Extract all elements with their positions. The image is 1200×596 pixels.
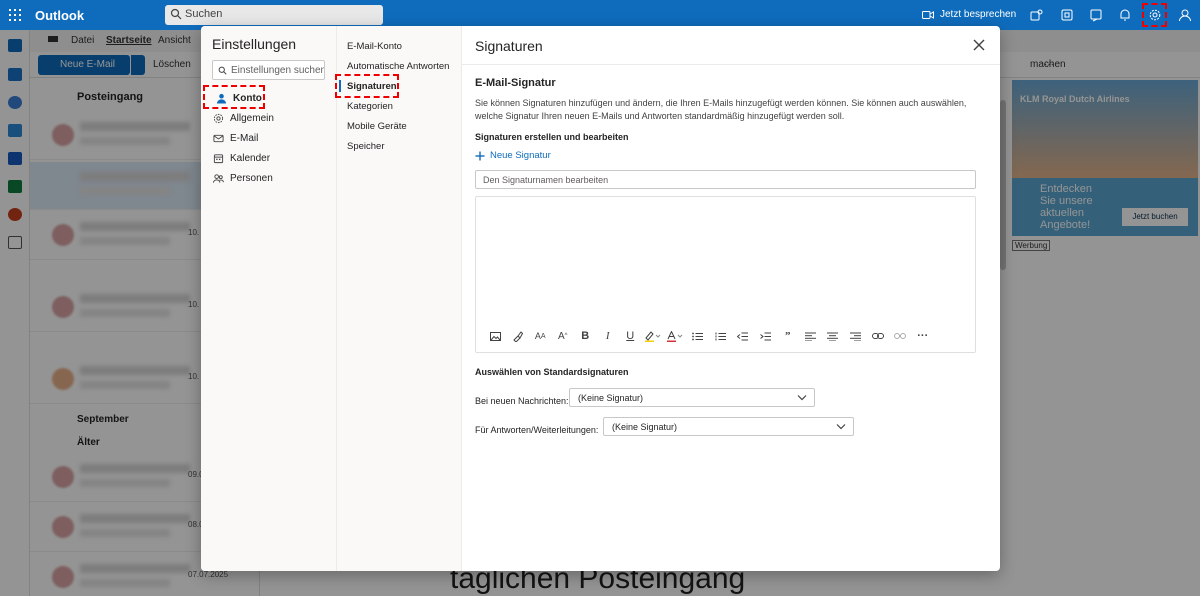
align-left-icon[interactable] — [799, 328, 822, 344]
align-center-icon[interactable] — [822, 328, 845, 344]
unlink-icon[interactable] — [889, 328, 912, 344]
office-icon[interactable] — [1060, 8, 1074, 22]
mail-icon — [213, 134, 224, 142]
replies-value: (Keine Signatur) — [612, 422, 678, 432]
new-messages-value: (Keine Signatur) — [578, 393, 644, 403]
image-icon[interactable] — [484, 328, 507, 344]
app-launcher-icon[interactable] — [9, 9, 21, 21]
settings-search-input[interactable]: Einstellungen suchen — [212, 60, 325, 80]
subnav-storage[interactable]: Speicher — [347, 137, 385, 155]
settings-nav: Einstellungen Einstellungen suchen Konto… — [201, 26, 337, 571]
meet-now-button[interactable]: Jetzt besprechen — [922, 9, 1016, 20]
notes-icon[interactable] — [1089, 8, 1103, 22]
numbering-icon[interactable] — [709, 328, 732, 344]
teams-icon[interactable] — [1029, 8, 1043, 22]
add-icon — [475, 151, 485, 160]
search-icon — [170, 8, 182, 20]
format-painter-icon[interactable] — [507, 328, 530, 344]
signatures-highlight — [335, 74, 399, 98]
new-messages-label: Bei neuen Nachrichten: — [475, 396, 569, 406]
people-icon — [213, 173, 224, 183]
section-title: E-Mail-Signatur — [475, 77, 556, 89]
editor-toolbar: AA A ^ B I U ” ··· — [484, 328, 934, 344]
settings-item-mail[interactable]: E-Mail — [213, 128, 331, 148]
outdent-icon[interactable] — [732, 328, 755, 344]
settings-item-calendar[interactable]: Kalender — [213, 148, 331, 168]
settings-item-label: Personen — [230, 172, 273, 184]
chevron-down-icon — [836, 424, 846, 430]
page-title: Signaturen — [475, 38, 543, 54]
chevron-down-icon — [797, 395, 807, 401]
new-signature-button[interactable]: Neue Signatur — [475, 150, 551, 161]
signature-name-input[interactable]: Den Signaturnamen bearbeiten — [475, 170, 976, 189]
quote-icon[interactable]: ” — [777, 328, 800, 344]
settings-title: Einstellungen — [212, 36, 297, 52]
font-size-decrease-icon[interactable]: AA — [529, 328, 552, 344]
font-size-increase-icon[interactable]: A ^ — [552, 328, 575, 344]
italic-icon[interactable]: I — [597, 328, 620, 344]
settings-item-people[interactable]: Personen — [213, 168, 331, 188]
highlight-icon[interactable] — [642, 328, 665, 344]
create-edit-heading: Signaturen erstellen und bearbeiten — [475, 132, 629, 142]
bell-icon[interactable] — [1118, 8, 1132, 22]
settings-item-label: Kalender — [230, 152, 271, 164]
bullets-icon[interactable] — [687, 328, 710, 344]
settings-content: Signaturen E-Mail-Signatur Sie können Si… — [462, 26, 1000, 571]
font-color-icon[interactable] — [664, 328, 687, 344]
indent-icon[interactable] — [754, 328, 777, 344]
settings-highlight — [1142, 3, 1167, 27]
bold-icon[interactable]: B — [574, 328, 597, 344]
account-highlight — [203, 85, 265, 109]
meet-now-label: Jetzt besprechen — [940, 9, 1017, 20]
align-right-icon[interactable] — [844, 328, 867, 344]
settings-item-label: Allgemein — [230, 112, 274, 124]
app-title[interactable]: Outlook — [35, 8, 84, 23]
calendar-icon — [213, 153, 224, 163]
gear-icon — [213, 113, 224, 123]
new-messages-select[interactable]: (Keine Signatur) — [569, 388, 815, 407]
settings-item-label: E-Mail — [230, 132, 259, 144]
signature-description: Sie können Signaturen hinzufügen und änd… — [475, 98, 967, 121]
close-icon[interactable] — [972, 38, 986, 52]
settings-dialog: Einstellungen Einstellungen suchen Konto… — [201, 26, 1000, 571]
subnav-mobile-devices[interactable]: Mobile Geräte — [347, 117, 407, 135]
video-icon — [922, 10, 934, 19]
subnav-auto-replies[interactable]: Automatische Antworten — [347, 57, 449, 75]
settings-item-general[interactable]: Allgemein — [213, 108, 331, 128]
link-icon[interactable] — [867, 328, 890, 344]
subnav-categories[interactable]: Kategorien — [347, 97, 393, 115]
account-icon[interactable] — [1178, 8, 1192, 22]
search-icon — [218, 66, 227, 75]
replies-label: Für Antworten/Weiterleitungen: — [475, 425, 599, 435]
underline-icon[interactable]: U — [619, 328, 642, 344]
divider — [462, 64, 1000, 65]
subnav-mail-account[interactable]: E-Mail-Konto — [347, 37, 402, 55]
more-options-icon[interactable]: ··· — [912, 328, 935, 344]
signature-editor[interactable]: AA A ^ B I U ” ··· — [475, 196, 976, 353]
new-signature-label: Neue Signatur — [490, 150, 551, 161]
defaults-heading: Auswählen von Standardsignaturen — [475, 367, 629, 377]
settings-subnav: E-Mail-Konto Automatische Antworten Sign… — [335, 26, 462, 571]
settings-search-placeholder: Einstellungen suchen — [231, 65, 325, 76]
replies-select[interactable]: (Keine Signatur) — [603, 417, 854, 436]
search-input[interactable]: Suchen — [165, 5, 383, 25]
search-placeholder: Suchen — [185, 8, 223, 20]
